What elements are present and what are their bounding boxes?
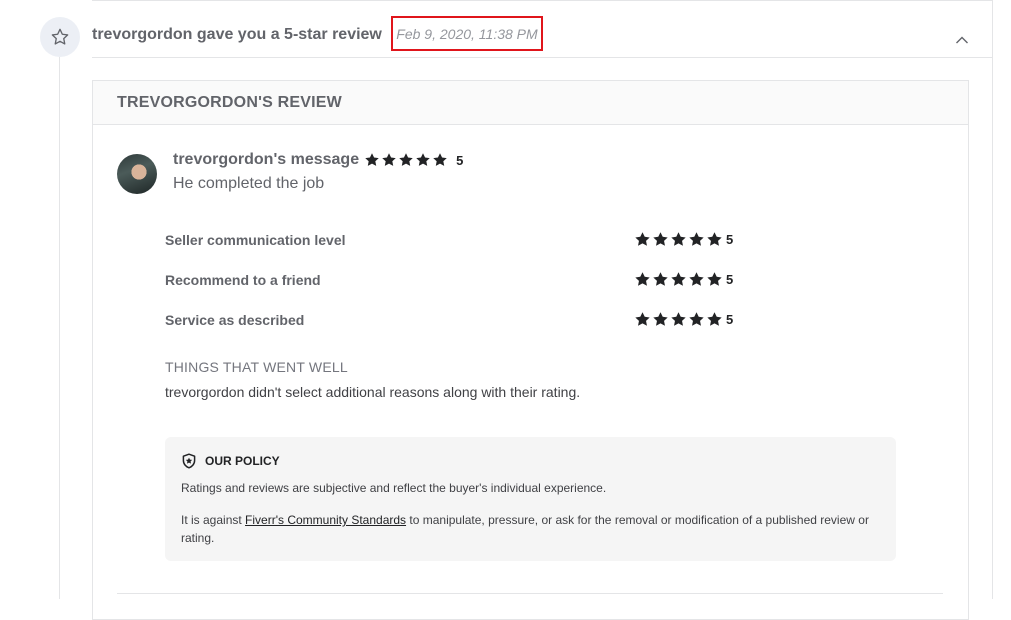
timeline-line bbox=[59, 57, 60, 599]
review-message: He completed the job bbox=[173, 175, 325, 192]
collapse-button[interactable] bbox=[953, 31, 971, 49]
star-icon bbox=[433, 153, 447, 166]
star-icon bbox=[689, 272, 704, 286]
review-card-header: TREVORGORDON'S REVIEW bbox=[93, 81, 968, 125]
header-divider bbox=[92, 57, 992, 58]
star-icon bbox=[635, 312, 650, 326]
top-divider bbox=[92, 0, 992, 1]
rating-stars-group: 5 bbox=[634, 231, 733, 248]
shield-icon bbox=[182, 453, 196, 469]
star-icon bbox=[707, 232, 722, 246]
review-card-title: TREVORGORDON'S REVIEW bbox=[117, 94, 342, 111]
star-icon bbox=[671, 232, 686, 246]
policy-box: OUR POLICY Ratings and reviews are subje… bbox=[165, 437, 896, 561]
policy-text-standards: It is against Fiverr's Community Standar… bbox=[181, 511, 881, 547]
policy-header: OUR POLICY bbox=[181, 453, 280, 469]
rating-row: Recommend to a friend 5 bbox=[165, 271, 765, 291]
star-icon bbox=[635, 272, 650, 286]
policy-text: Ratings and reviews are subjective and r… bbox=[181, 481, 607, 495]
star-icon bbox=[671, 312, 686, 326]
rating-row: Service as described 5 bbox=[165, 311, 765, 331]
rating-label: Seller communication level bbox=[165, 232, 346, 248]
star-icon bbox=[365, 153, 379, 166]
policy-text-prefix: It is against bbox=[181, 513, 246, 527]
chevron-up-icon bbox=[956, 36, 968, 44]
star-icon bbox=[416, 153, 430, 166]
rating-label: Recommend to a friend bbox=[165, 272, 321, 288]
overall-stars bbox=[364, 152, 448, 168]
rating-row: Seller communication level 5 bbox=[165, 231, 765, 251]
star-icon bbox=[689, 312, 704, 326]
star-icon bbox=[689, 232, 704, 246]
rating-value: 5 bbox=[726, 272, 734, 287]
avatar bbox=[117, 154, 157, 194]
community-standards-link[interactable]: Fiverr's Community Standards bbox=[245, 513, 406, 527]
went-well-text: trevorgordon didn't select additional re… bbox=[165, 384, 581, 400]
star-icon bbox=[653, 312, 668, 326]
star-icon bbox=[382, 153, 396, 166]
reviewer-line: trevorgordon's message 5 bbox=[173, 151, 463, 169]
rating-stars bbox=[634, 311, 723, 328]
event-title: trevorgordon gave you a 5-star review bbox=[92, 26, 382, 43]
rating-label: Service as described bbox=[165, 312, 305, 328]
event-timestamp: Feb 9, 2020, 11:38 PM bbox=[391, 16, 543, 51]
star-icon bbox=[399, 153, 413, 166]
went-well-title: THINGS THAT WENT WELL bbox=[165, 359, 348, 375]
star-badge bbox=[40, 17, 80, 57]
policy-title: OUR POLICY bbox=[205, 454, 280, 468]
rating-value: 5 bbox=[726, 232, 734, 247]
overall-rating-value: 5 bbox=[456, 152, 464, 168]
rating-value: 5 bbox=[726, 312, 734, 327]
rating-stars bbox=[634, 271, 723, 288]
star-outline-icon bbox=[51, 28, 69, 45]
rating-stars-group: 5 bbox=[634, 271, 733, 288]
star-icon bbox=[653, 232, 668, 246]
rating-stars-group: 5 bbox=[634, 311, 733, 328]
container-border bbox=[992, 0, 993, 599]
star-icon bbox=[707, 312, 722, 326]
star-icon bbox=[671, 272, 686, 286]
star-icon bbox=[707, 272, 722, 286]
bottom-divider bbox=[117, 593, 943, 594]
star-icon bbox=[635, 232, 650, 246]
reviewer-message-label: trevorgordon's message bbox=[173, 151, 360, 168]
star-icon bbox=[653, 272, 668, 286]
rating-stars bbox=[634, 231, 723, 248]
